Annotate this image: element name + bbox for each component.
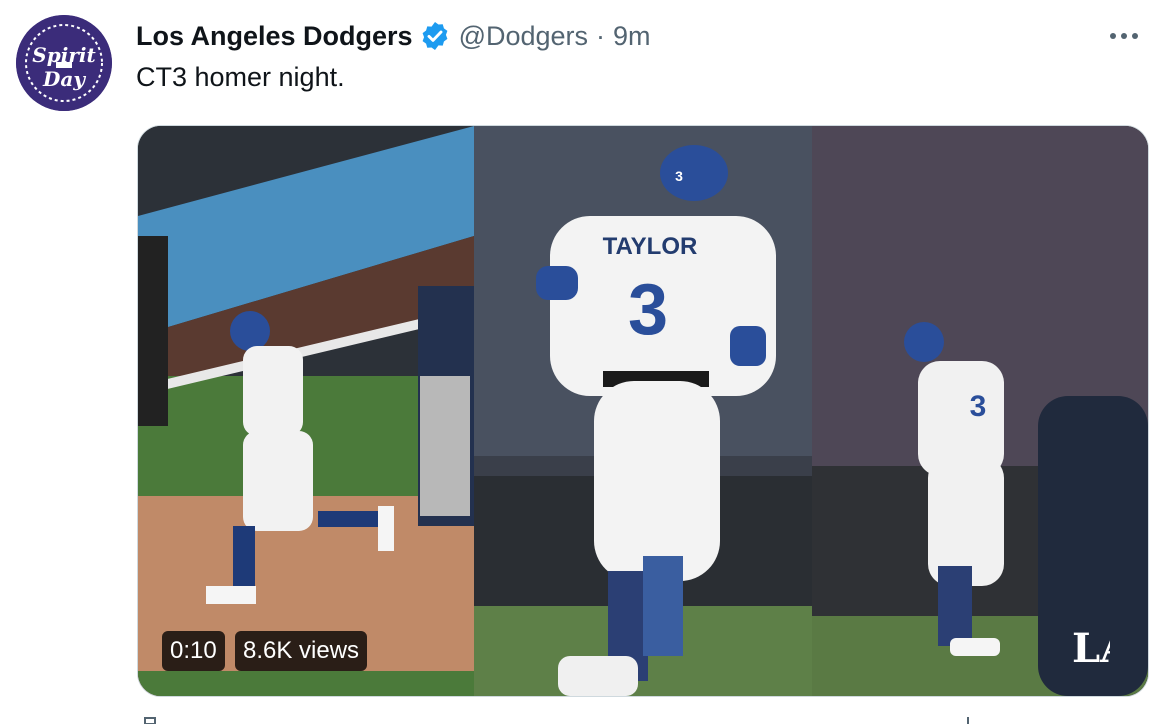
avatar-text-line2: Day [43,67,85,91]
helmet-number: 3 [675,168,683,184]
panel-left [138,126,474,696]
verified-badge-icon [422,22,447,50]
svg-text:3: 3 [970,390,987,423]
share-icon[interactable] [958,716,978,724]
jersey-name: TAYLOR [603,233,698,260]
view-count: 8.6K views [235,631,368,671]
la-logo-icon: LA [1072,625,1110,672]
more-options-icon[interactable] [1104,20,1144,52]
tweet-timestamp[interactable]: 9m [613,21,651,52]
jersey-number: 3 [628,270,668,350]
avatar[interactable]: Spirit Day [16,15,112,111]
video-player[interactable]: TAYLOR 3 3 3 0:10 8.6K views LA [137,125,1149,697]
panel-right: 3 [812,126,1148,696]
svg-text:LA: LA [1072,625,1110,672]
user-handle[interactable]: @Dodgers [459,21,588,52]
display-name[interactable]: Los Angeles Dodgers [136,21,413,52]
separator-dot: · [596,20,606,51]
tweet-text: CT3 homer night. [136,62,345,92]
video-duration: 0:10 [162,631,225,671]
tweet-header: Los Angeles Dodgers @Dodgers · 9m [136,18,651,54]
panel-center: TAYLOR 3 3 [474,126,812,696]
reply-icon[interactable] [143,716,163,724]
video-thumbnail: TAYLOR 3 3 3 [138,126,1148,696]
avatar-text-line1: Spirit [32,43,96,67]
